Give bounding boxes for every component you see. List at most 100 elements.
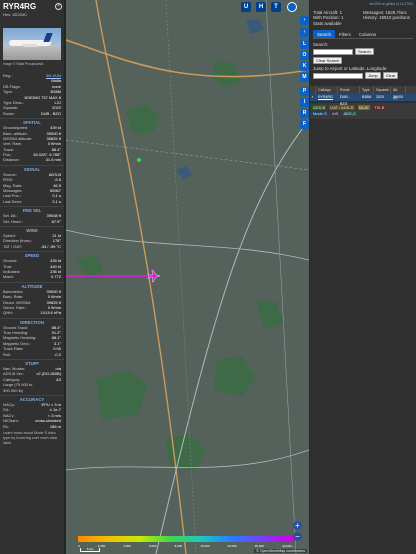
speed-row: Mach: 0.772 (0, 274, 64, 279)
signal-row: Last Seen: 0.1 s (0, 199, 64, 204)
table-header: Callsign Route Type Squawk Alt. (ft) (310, 86, 416, 100)
direction-list: Ground Track: 88.4° True Heading: 91.2° Magn… (0, 325, 64, 357)
search-button[interactable]: Search (355, 48, 374, 56)
info-footer: Learn more about Mode S data type by hov… (3, 430, 58, 445)
stats-available[interactable]: Stats available (313, 21, 363, 26)
jump-input[interactable] (313, 72, 363, 79)
wind-value: -34 / -59 °C (40, 243, 62, 249)
zoom-out-button[interactable]: − (293, 532, 302, 541)
row-callsign[interactable]: RYR4RG (316, 94, 338, 101)
legend-label: 10,000 (200, 544, 210, 548)
settings-circle-icon[interactable] (287, 2, 297, 12)
legend-label: 30,000 (254, 544, 264, 548)
fms-row: Sel. Head.: 87.9° (0, 219, 64, 224)
tab-filters[interactable]: Filters (335, 30, 355, 38)
altitude-legend-labels: 0 2,000 4,000 6,000 8,000 10,000 20,000 30,000 4… (78, 544, 293, 548)
fms-value: 87.9° (51, 218, 61, 224)
col-route[interactable]: Route (338, 86, 360, 95)
zoom-in-button[interactable]: + (293, 521, 302, 530)
col-type[interactable]: Type (360, 86, 374, 95)
section-wind: WIND (0, 225, 64, 233)
source-adsb: ADS-B (312, 105, 327, 111)
stats-block: Total Aircraft: 1 With Position: 1 Stats… (310, 10, 416, 26)
section-signal: SIGNAL (0, 164, 64, 172)
callsign: RYR4RG (3, 2, 37, 11)
close-icon[interactable]: × (55, 3, 62, 10)
section-spatial: SPATIAL (0, 118, 64, 125)
wind-row: TAT / OAT: -34 / -59 °C (0, 244, 64, 249)
jump-button[interactable]: Jump (365, 72, 381, 80)
spatial-value: 31.6 nmi (45, 157, 61, 163)
aircraft-info-panel: RYR4RG Hex: 4D234C × Image © Rafal Prusz… (0, 0, 65, 554)
col-callsign[interactable]: Callsign (316, 86, 338, 95)
altitude-value: 1013.6 hPa (40, 310, 61, 316)
clear-jump-button[interactable]: Clear (382, 72, 399, 80)
route-value: DUB - BZG (40, 110, 61, 116)
row-squawk: 2020 (376, 95, 384, 100)
map-button-t[interactable]: T (271, 2, 281, 12)
altitude-legend (78, 536, 293, 542)
speed-value: 0.772 (50, 274, 61, 280)
source-adsc: ADS-C (342, 111, 357, 117)
section-accuracy: ACCURACY (0, 394, 64, 402)
collapse-panel-button[interactable]: › (300, 16, 309, 25)
chevron-left-icon[interactable]: ‹ (300, 28, 309, 37)
map-button-h[interactable]: H (256, 2, 266, 12)
section-fms-sel: FMS SEL (0, 206, 64, 213)
signal-label: Last Seen: (3, 198, 23, 204)
accuracy-label: Rc: (3, 423, 9, 429)
panel-tabs: Search Filters Columns (313, 30, 413, 40)
source-ais: AIS (330, 111, 340, 117)
map-attribution[interactable]: © OpenStreetMap contributors (254, 549, 307, 553)
reg-label: Reg.: (3, 73, 13, 78)
side-button-o[interactable]: O (300, 51, 309, 60)
legend-label: 8,000 (174, 544, 183, 548)
side-button-p[interactable]: P (300, 87, 309, 96)
search-input[interactable] (313, 48, 353, 55)
wind-label: TAT / OAT: (3, 243, 22, 249)
side-button-i[interactable]: I (300, 98, 309, 107)
legend-label: 6,000 (148, 544, 157, 548)
version-link[interactable]: tar1090 on github (3.14.1701) (310, 0, 416, 10)
section-direction: DIRECTION (0, 317, 64, 325)
map-view[interactable]: U H T › ‹ L O K M P I R F + − 0 2,000 4,00… (66, 0, 309, 554)
tab-search[interactable]: Search (313, 30, 335, 39)
source-mlat: MLAT (357, 105, 371, 111)
plane-tail (43, 33, 53, 42)
altitude-label: QNH: (3, 310, 13, 316)
speed-list: Ground: 439 kt True: 440 kt Indicated: 236 kt… (0, 258, 64, 280)
scale-bar: 5 km (80, 548, 100, 552)
stuff-label: 300 000 lb) (3, 387, 24, 393)
col-squawk[interactable]: Squawk (374, 86, 391, 95)
spatial-list: Groundspeed: 439 kt Baro. altitude: 39000 f… (0, 125, 64, 163)
fms-list: Sel. Alt.: 39008 ft Sel. Head.: 87.9° (0, 213, 64, 224)
accuracy-value: 186 m (49, 423, 61, 429)
type-label: Type: (3, 89, 13, 95)
tab-columns[interactable]: Columns (355, 30, 380, 38)
table-row[interactable]: ▪ RYR4RG DUB - BZG B38M 2020 39000 (310, 94, 416, 106)
col-alt[interactable]: Alt. (ft) (391, 86, 406, 100)
fms-label: Sel. Head.: (3, 218, 23, 224)
route-label: Route: (3, 110, 15, 116)
speed-label: Mach: (3, 274, 14, 280)
map-button-u[interactable]: U (241, 2, 251, 12)
side-button-f[interactable]: F (300, 120, 309, 129)
spatial-label: Distance: (3, 157, 20, 163)
side-button-k[interactable]: K (300, 62, 309, 71)
side-button-l[interactable]: L (300, 40, 309, 49)
accuracy-list: NACp: EPU < 3 m SIL: ≤ 1e-7 NACv: < 3 m/s NICb… (0, 402, 64, 429)
source-tisb: TIS-B (373, 105, 386, 111)
side-button-m[interactable]: M (300, 73, 309, 82)
stuff-list: Nav. Modes: n/a ADS-B Ver.: v2 (DO-260B) Cat… (0, 366, 64, 393)
section-speed: SPEED (0, 251, 64, 258)
aircraft-photo[interactable] (3, 28, 61, 60)
right-panel: tar1090 on github (3.14.1701) Total Airc… (310, 0, 416, 554)
section-altitude: ALTITUDE (0, 281, 64, 289)
clear-search-button[interactable]: Clear Search (313, 57, 343, 65)
side-button-r[interactable]: R (300, 109, 309, 118)
row-type: B38M (362, 95, 372, 100)
source-legend: ADS-B UAT / ADS-R MLAT TIS-B Mode S AIS … (310, 103, 416, 120)
info-header: RYR4RG Hex: 4D234C × (0, 0, 64, 26)
wind-list: Speed: 21 kt Direction (from): 178° TAT / OA… (0, 233, 64, 249)
stuff-value: A3 (56, 376, 61, 382)
